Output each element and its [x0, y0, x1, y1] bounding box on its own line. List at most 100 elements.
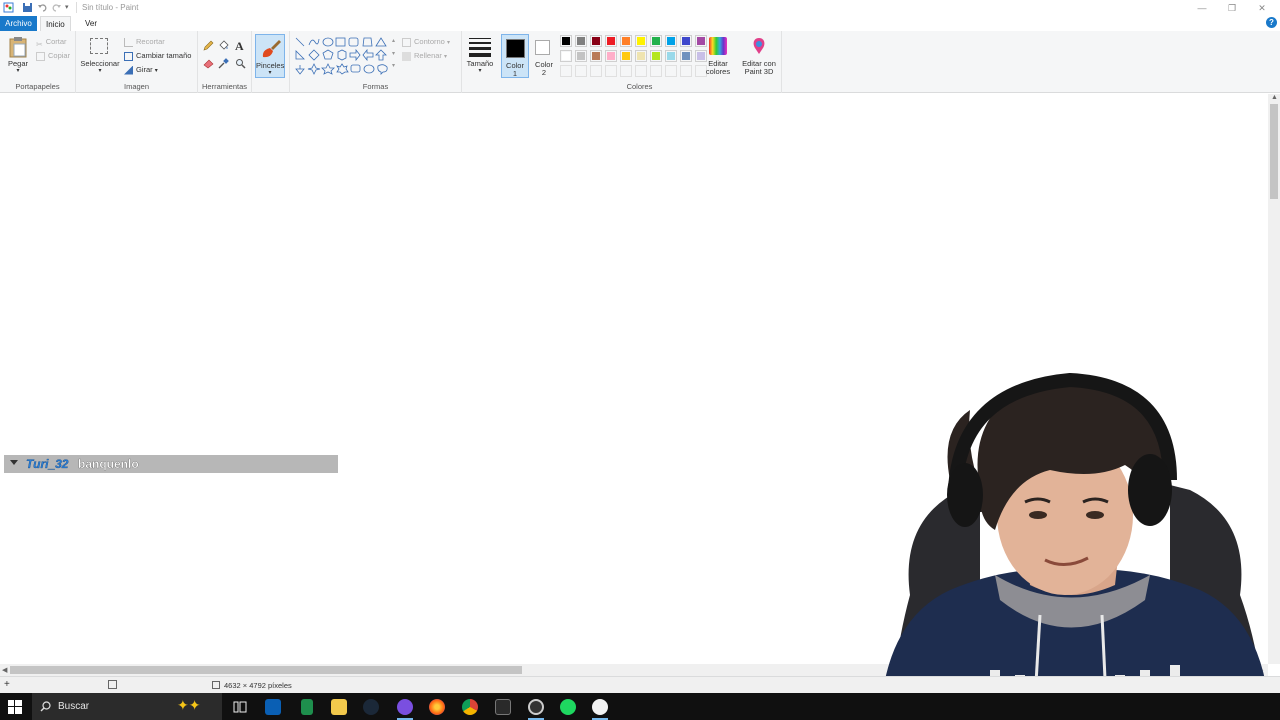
chrome-icon[interactable]: [462, 699, 478, 715]
pencil-icon[interactable]: [203, 40, 214, 51]
shapes-scroll-down-icon[interactable]: ▾: [392, 50, 395, 57]
paste-chevron-icon[interactable]: ▾: [4, 67, 32, 76]
paint-taskbar-icon[interactable]: [592, 699, 608, 715]
color-swatch[interactable]: [575, 35, 587, 47]
paste-icon[interactable]: [8, 36, 28, 58]
redo-icon[interactable]: [51, 2, 62, 13]
crop-button[interactable]: Recortar: [124, 35, 165, 48]
size-chevron-icon[interactable]: ▾: [462, 67, 498, 76]
image-group: Seleccionar ▾ Recortar Cambiar tamaño Gi…: [76, 31, 198, 93]
rotate-button[interactable]: Girar ▾: [124, 63, 158, 76]
scroll-left-icon[interactable]: ◀: [2, 666, 7, 674]
edit-colors-icon: [709, 37, 727, 55]
color-swatch[interactable]: [680, 50, 692, 62]
color-swatch[interactable]: [635, 35, 647, 47]
shapes-more-icon[interactable]: ▾: [392, 62, 395, 69]
tab-home[interactable]: Inicio: [40, 16, 71, 31]
custom-color-slot[interactable]: [575, 65, 587, 77]
horizontal-scroll-thumb[interactable]: [10, 666, 522, 674]
edit-colors-button[interactable]: Editar colores: [704, 35, 734, 79]
color-swatch[interactable]: [590, 35, 602, 47]
cut-button[interactable]: ✂ Cortar: [36, 35, 67, 49]
outline-icon: [402, 37, 411, 47]
text-tool-icon[interactable]: A: [235, 39, 244, 54]
color-swatch-fill: [682, 52, 690, 60]
rotate-icon: [124, 65, 133, 75]
color-swatch[interactable]: [680, 35, 692, 47]
copy-label: Copiar: [48, 51, 71, 60]
custom-color-slot[interactable]: [590, 65, 602, 77]
color-swatch[interactable]: [665, 35, 677, 47]
close-button[interactable]: ✕: [1256, 2, 1268, 14]
undo-icon[interactable]: [37, 2, 48, 13]
scroll-up-icon[interactable]: ▲: [1271, 94, 1278, 101]
color-swatch[interactable]: [605, 35, 617, 47]
save-icon[interactable]: [22, 2, 33, 13]
vertical-scroll-thumb[interactable]: [1270, 104, 1278, 199]
tab-file[interactable]: Archivo: [0, 16, 37, 31]
size-icon[interactable]: [469, 38, 491, 57]
recording-app-icon[interactable]: [528, 699, 544, 715]
shapes-gallery[interactable]: [295, 37, 395, 75]
color-picker-icon[interactable]: [218, 58, 229, 69]
outlook-icon[interactable]: [265, 699, 281, 715]
tab-view[interactable]: Ver: [80, 16, 102, 31]
task-view-icon[interactable]: [232, 699, 248, 715]
fill-bucket-icon[interactable]: [218, 40, 229, 51]
custom-color-slot[interactable]: [665, 65, 677, 77]
chat-username: Turi_32: [26, 457, 69, 471]
restore-button[interactable]: ❐: [1226, 2, 1238, 14]
color-swatch-fill: [637, 37, 645, 45]
color-swatch[interactable]: [650, 35, 662, 47]
color-swatch[interactable]: [635, 50, 647, 62]
custom-color-slot[interactable]: [650, 65, 662, 77]
color-swatch[interactable]: [620, 35, 632, 47]
color-swatch[interactable]: [620, 50, 632, 62]
resize-button[interactable]: Cambiar tamaño: [124, 49, 191, 62]
custom-color-slot[interactable]: [635, 65, 647, 77]
rotate-label: Girar: [136, 65, 153, 74]
windows-start-icon[interactable]: [8, 700, 22, 714]
steam-icon[interactable]: [363, 699, 379, 715]
app-green-icon[interactable]: [301, 699, 313, 715]
window-title: Sin título - Paint: [82, 3, 139, 12]
color-swatch[interactable]: [575, 50, 587, 62]
selection-size-icon: [108, 680, 117, 689]
customize-qat-chevron-icon[interactable]: ▾: [65, 3, 76, 14]
clipboard-group: Pegar ▾ ✂ Cortar Copiar Portapapeles: [0, 31, 76, 93]
eraser-icon[interactable]: [203, 58, 214, 69]
copy-button[interactable]: Copiar: [36, 49, 70, 62]
custom-color-slot[interactable]: [680, 65, 692, 77]
custom-color-slot[interactable]: [605, 65, 617, 77]
spotify-icon[interactable]: [560, 699, 576, 715]
color-swatch-fill: [592, 52, 600, 60]
minimize-button[interactable]: —: [1196, 2, 1208, 14]
color-swatch[interactable]: [665, 50, 677, 62]
file-explorer-icon[interactable]: [331, 699, 347, 715]
firefox-icon[interactable]: [429, 699, 445, 715]
magnifier-icon[interactable]: [235, 58, 246, 69]
fill-button[interactable]: Rellenar ▾: [402, 49, 447, 62]
discord-icon[interactable]: [397, 699, 413, 715]
color-swatch[interactable]: [560, 50, 572, 62]
size-group: Tamaño ▾: [462, 31, 498, 93]
select-icon[interactable]: [90, 38, 108, 54]
custom-color-slot[interactable]: [560, 65, 572, 77]
color-swatch-fill: [682, 37, 690, 45]
title-bar: ▾ Sin título - Paint — ❐ ✕: [0, 0, 1280, 16]
image-size-icon: [212, 681, 220, 689]
help-icon[interactable]: ?: [1266, 17, 1277, 28]
color-swatch[interactable]: [605, 50, 617, 62]
obs-icon[interactable]: [495, 699, 511, 715]
edit-paint3d-button[interactable]: Editar con Paint 3D: [738, 35, 780, 79]
shapes-scroll-up-icon[interactable]: ▴: [392, 37, 395, 44]
taskbar-search-box[interactable]: Buscar ✦✦: [32, 693, 222, 720]
outline-button[interactable]: Contorno ▾: [402, 35, 450, 48]
select-chevron-icon[interactable]: ▾: [79, 67, 121, 76]
color-swatch[interactable]: [560, 35, 572, 47]
custom-color-slot[interactable]: [620, 65, 632, 77]
color-swatch[interactable]: [590, 50, 602, 62]
color-swatch[interactable]: [650, 50, 662, 62]
brushes-group: [252, 31, 290, 93]
color-swatch-fill: [667, 52, 675, 60]
